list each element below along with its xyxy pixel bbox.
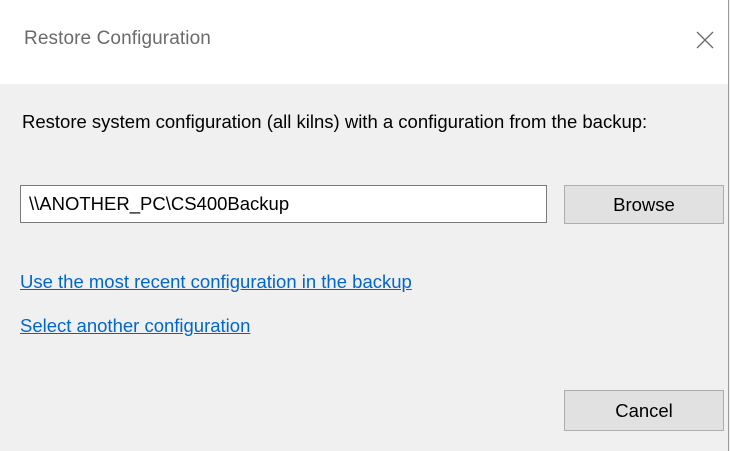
close-button[interactable] (680, 18, 726, 64)
browse-button[interactable]: Browse (564, 185, 724, 224)
dialog-title: Restore Configuration (24, 28, 211, 49)
title-bar: Restore Configuration (0, 0, 728, 84)
backup-path-input[interactable] (20, 185, 547, 223)
restore-prompt-text: Restore system configuration (all kilns)… (22, 111, 648, 132)
select-another-configuration-link[interactable]: Select another configuration (20, 315, 250, 337)
restore-configuration-dialog: Restore Configuration Restore system con… (0, 0, 729, 451)
close-icon (696, 31, 714, 49)
cancel-button[interactable]: Cancel (564, 390, 724, 431)
use-most-recent-link[interactable]: Use the most recent configuration in the… (20, 271, 412, 293)
